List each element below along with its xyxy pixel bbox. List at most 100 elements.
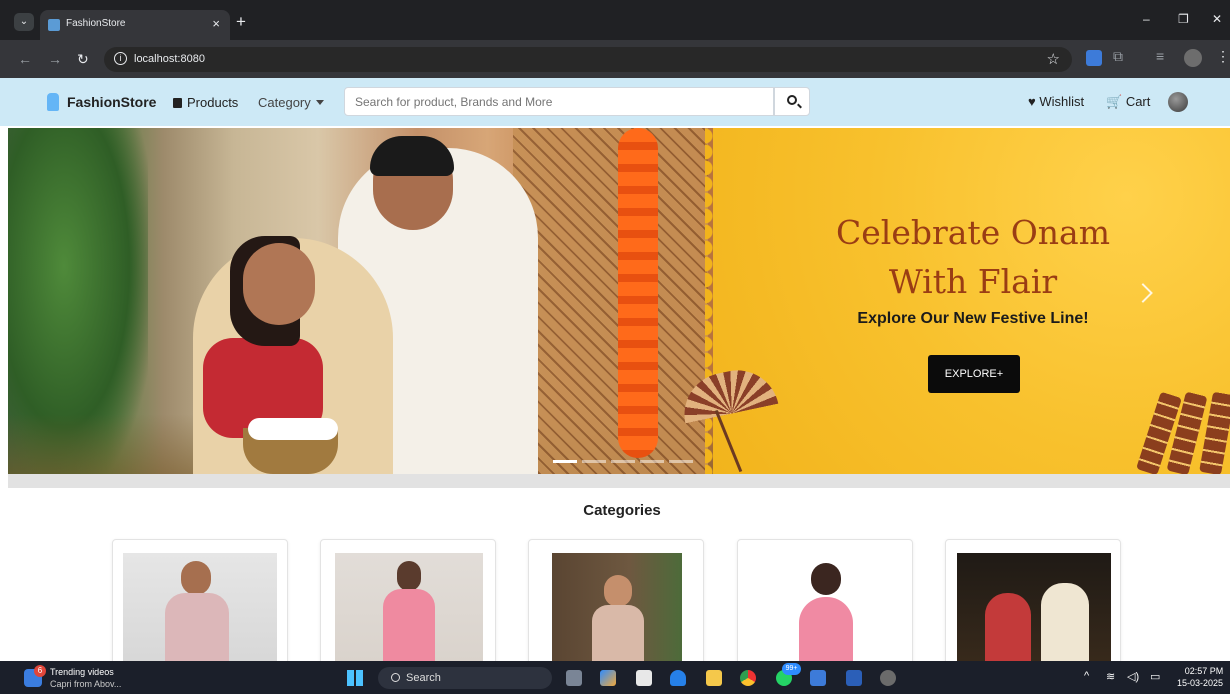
battery-icon[interactable]: ▭ [1150,670,1160,683]
user-avatar[interactable] [1168,92,1188,112]
category-image [749,553,903,673]
browser-toolbar: ← → ↻ i localhost:8080 ☆ [0,40,1230,78]
word-icon[interactable] [846,670,862,686]
store-icon[interactable] [636,670,652,686]
copilot-icon[interactable] [600,670,616,686]
category-image [552,553,682,673]
defender-icon[interactable] [670,670,686,686]
tray-chevron-up-icon[interactable]: ^ [1084,670,1089,682]
bookmark-star-icon[interactable]: ☆ [1047,50,1060,68]
category-image [123,553,277,673]
minimize-button[interactable]: – [1143,12,1150,26]
explore-button[interactable]: EXPLORE+ [928,355,1020,393]
browser-tab[interactable]: FashionStore × [40,10,230,40]
tab-title: FashionStore [66,18,126,29]
site-info-icon[interactable]: i [114,52,127,65]
vscode-like-app-icon[interactable] [810,670,826,686]
hero-title-line2: With Flair [888,262,1058,301]
carousel-indicator[interactable] [640,460,664,463]
nav-products-link[interactable]: Products [173,95,238,110]
jasmine-flowers [248,418,338,440]
category-image [957,553,1111,673]
wishlist-label: Wishlist [1039,94,1085,109]
category-card-couple[interactable] [945,539,1121,679]
model-head [181,561,211,595]
jali-screen-decoration [513,128,708,474]
restore-button[interactable]: ❐ [1178,12,1189,26]
category-card-men[interactable] [112,539,288,679]
nav-category-dropdown[interactable]: Category [258,95,324,110]
category-card-boys[interactable] [528,539,704,679]
nav-category-label: Category [258,95,311,110]
url-text[interactable]: localhost:8080 [134,53,205,65]
carousel-indicator[interactable] [553,460,577,463]
browser-profile-avatar[interactable] [1184,49,1202,67]
model-mundu [1041,583,1089,673]
hero-title-line1: Celebrate Onam [836,213,1110,252]
clock-time[interactable]: 02:57 PM [1182,666,1226,676]
cart-link[interactable]: 🛒 Cart [1106,94,1150,110]
marigold-garland-decoration [618,128,658,458]
cart-label: Cart [1125,94,1151,109]
category-image [335,553,483,673]
extensions-puzzle-icon[interactable]: ⧉ [1113,48,1123,65]
forward-icon[interactable]: → [48,51,62,67]
back-icon[interactable]: ← [18,51,32,67]
tab-search-menu-icon[interactable]: ⌄ [14,13,34,31]
carousel-indicator[interactable] [611,460,635,463]
close-window-button[interactable]: ✕ [1212,12,1222,26]
man-hair [370,136,454,176]
widgets-badge: 6 [34,665,46,677]
reload-icon[interactable]: ↻ [77,51,89,68]
cart-icon: 🛒 [1106,94,1126,109]
model-head [397,561,421,591]
tab-favicon-icon [48,19,60,31]
search-input[interactable] [344,87,774,116]
hero-carousel: Celebrate Onam With Flair Explore Our Ne… [8,128,1230,474]
new-tab-button[interactable]: + [236,12,246,32]
brand-logo[interactable]: FashionStore [67,94,156,110]
caret-down-icon [315,100,324,105]
carousel-indicator[interactable] [582,460,606,463]
category-card-women[interactable] [320,539,496,679]
hero-title: Celebrate Onam With Flair [798,208,1148,306]
wishlist-link[interactable]: ♥ Wishlist [1028,94,1084,109]
reading-list-icon[interactable]: ≡ [1156,48,1164,64]
carousel-indicator[interactable] [669,460,693,463]
clock-date[interactable]: 15-03-2025 [1172,678,1228,688]
extension-icon[interactable] [1086,50,1102,66]
widget-subtitle[interactable]: Capri from Abov... [50,679,121,689]
settings-gear-icon[interactable] [880,670,896,686]
search-icon [391,673,400,682]
address-bar[interactable]: i localhost:8080 ☆ [104,47,1072,72]
whatsapp-badge: 99+ [782,663,801,675]
start-windows-icon[interactable] [347,670,363,686]
taskbar-search[interactable]: Search [378,667,552,689]
heart-icon: ♥ [1028,94,1040,109]
categories-heading: Categories [583,502,661,519]
woman-head [243,243,315,325]
taskbar-search-label: Search [406,672,441,684]
tab-close-icon[interactable]: × [212,16,220,31]
chrome-icon[interactable] [740,670,756,686]
model-head [604,575,632,607]
file-explorer-icon[interactable] [706,670,722,686]
hero-bottom-band [8,474,1230,488]
widget-title[interactable]: Trending videos [50,667,114,677]
carousel-indicators [553,450,698,468]
task-view-icon[interactable] [566,670,582,686]
browser-menu-icon[interactable]: ⋮ [1216,48,1230,65]
nav-products-label: Products [187,95,239,110]
search-icon [787,95,797,105]
hero-subtitle: Explore Our New Festive Line! [857,310,1089,327]
model-head [811,563,841,595]
search-button[interactable] [774,87,810,116]
brand-bag-icon [47,93,59,111]
browser-tab-strip: ⌄ FashionStore × + – ❐ ✕ [0,0,1230,40]
category-card-girls[interactable] [737,539,913,679]
site-navbar: FashionStore Products Category ♥ Wishlis… [0,78,1230,126]
wifi-icon[interactable]: ≋ [1106,670,1115,683]
windows-taskbar: 6 Trending videos Capri from Abov... Sea… [0,661,1230,694]
shopping-bag-icon [173,98,182,108]
volume-icon[interactable]: ◁) [1127,670,1139,683]
